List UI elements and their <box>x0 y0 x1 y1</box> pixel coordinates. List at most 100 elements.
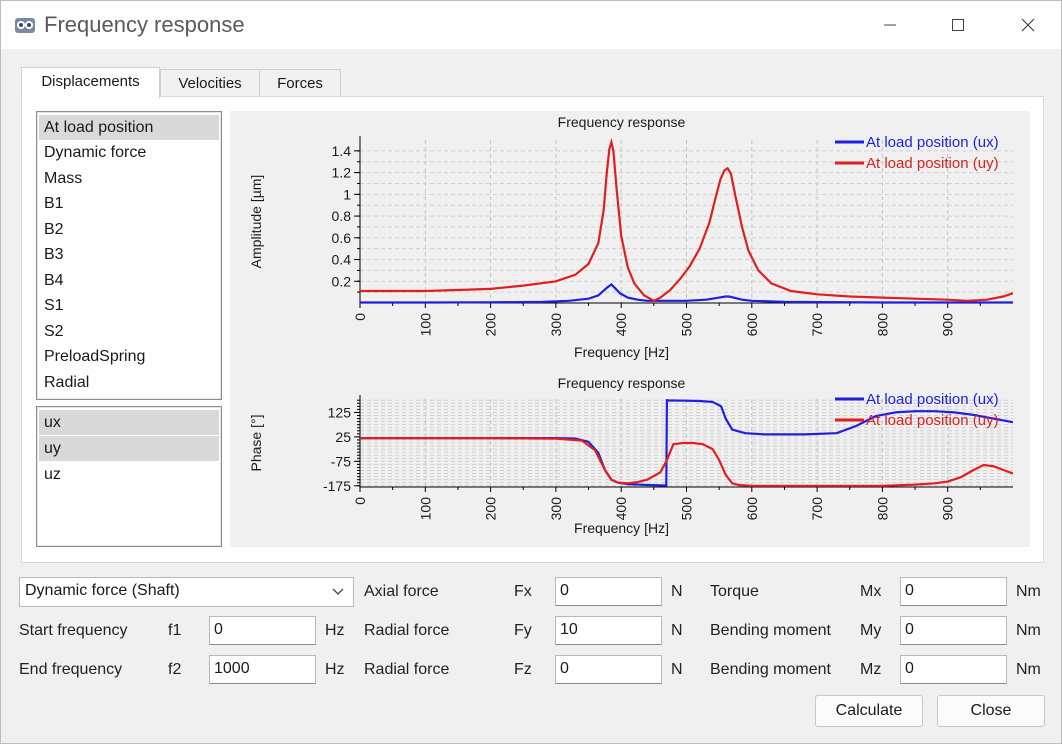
fz-unit: N <box>671 661 683 678</box>
y-tick-label: 0.2 <box>332 273 352 289</box>
x-tick-label: 400 <box>613 313 629 337</box>
fz-input[interactable]: 0 <box>555 655 662 684</box>
fx-input[interactable]: 0 <box>555 577 662 606</box>
minimize-button[interactable] <box>855 1 925 49</box>
fz-symbol: Fz <box>514 661 532 678</box>
x-tick-label: 700 <box>809 313 825 337</box>
tab-velocities[interactable]: Velocities <box>160 69 260 97</box>
tab-displacements[interactable]: Displacements <box>21 67 160 98</box>
mx-unit: Nm <box>1016 583 1041 600</box>
x-tick-label: 600 <box>744 497 760 521</box>
start-frequency-label: Start frequency <box>19 622 128 639</box>
y-tick-label: 125 <box>328 404 352 420</box>
x-tick-label: 900 <box>940 497 956 521</box>
x-tick-label: 200 <box>483 497 499 521</box>
x-tick-label: 300 <box>548 313 564 337</box>
list-item[interactable]: S1 <box>39 293 219 318</box>
list-item[interactable]: ux <box>39 410 219 435</box>
fy-input[interactable]: 10 <box>555 616 662 645</box>
my-unit: Nm <box>1016 622 1041 639</box>
end-frequency-unit: Hz <box>325 661 345 678</box>
maximize-icon <box>952 19 964 31</box>
list-item[interactable]: Mass <box>39 166 219 191</box>
x-tick-label: 200 <box>483 313 499 337</box>
list-item[interactable]: uz <box>39 462 219 487</box>
close-icon <box>1021 18 1035 32</box>
list-item[interactable]: B2 <box>39 217 219 242</box>
x-tick-label: 700 <box>809 497 825 521</box>
close-button[interactable]: Close <box>937 695 1045 727</box>
list-item[interactable]: Dynamic force <box>39 140 219 165</box>
list-item[interactable]: Radial <box>39 370 219 395</box>
mx-symbol: Mx <box>860 583 882 600</box>
list-item[interactable]: B1 <box>39 191 219 216</box>
list-item[interactable]: B4 <box>39 268 219 293</box>
mz-symbol: Mz <box>860 661 882 678</box>
bending-moment-z-label: Bending moment <box>710 661 831 678</box>
legend-label: At load position (uy) <box>866 412 999 429</box>
title-bar: Frequency response <box>1 1 1061 49</box>
fx-unit: N <box>671 583 683 600</box>
frequency-response-window: Frequency response Displacements Velocit… <box>0 0 1062 744</box>
x-tick-label: 300 <box>548 497 564 521</box>
list-item[interactable]: B3 <box>39 242 219 267</box>
x-tick-label: 600 <box>744 313 760 337</box>
maximize-button[interactable] <box>923 1 993 49</box>
start-frequency-input[interactable]: 0 <box>209 616 316 645</box>
x-tick-label: 100 <box>417 497 433 521</box>
x-tick-label: 800 <box>874 497 890 521</box>
x-tick-label: 500 <box>679 313 695 337</box>
my-input[interactable]: 0 <box>900 616 1007 645</box>
y-tick-label: 0.8 <box>332 208 352 224</box>
y-tick-label: -175 <box>323 478 351 494</box>
frequency-response-charts: 0 100 200 300 400 500 600 700 800 900 0.2 0.4 0.6 0.8… <box>248 114 1013 536</box>
direction-list[interactable]: ux uy uz <box>36 406 222 547</box>
x-tick-label: 0 <box>352 313 368 321</box>
mz-input[interactable]: 0 <box>900 655 1007 684</box>
minimize-icon <box>884 24 896 26</box>
start-frequency-symbol: f1 <box>168 622 182 639</box>
load-type-dropdown[interactable]: Dynamic force (Shaft) <box>19 577 354 607</box>
torque-label: Torque <box>710 583 759 600</box>
fx-symbol: Fx <box>514 583 532 600</box>
y-tick-label: 0.6 <box>332 230 352 246</box>
plot-area: 0 100 200 300 400 500 600 700 800 900 0.2 0.4 0.6 0.8… <box>230 111 1030 547</box>
y-tick-label: 1.4 <box>332 143 352 159</box>
y-tick-label: 1 <box>343 186 351 202</box>
y-axis-label: Amplitude [µm] <box>248 175 264 269</box>
position-list[interactable]: At load position Dynamic force Mass B1 B… <box>36 111 222 400</box>
x-tick-label: 500 <box>679 497 695 521</box>
end-frequency-input[interactable]: 1000 <box>209 655 316 684</box>
axial-force-label: Axial force <box>364 583 439 600</box>
x-tick-label: 100 <box>417 313 433 337</box>
x-tick-label: 0 <box>352 497 368 505</box>
list-item[interactable]: PreloadSpring <box>39 344 219 369</box>
chevron-down-icon <box>332 588 344 595</box>
chart-title: Frequency response <box>558 114 686 130</box>
list-item[interactable]: At load position <box>39 115 219 140</box>
x-tick-label: 900 <box>940 313 956 337</box>
y-tick-label: 25 <box>335 429 351 445</box>
legend-label: At load position (ux) <box>866 134 999 151</box>
y-tick-label: 1.2 <box>332 165 352 181</box>
legend-label: At load position (uy) <box>866 155 999 172</box>
bending-moment-y-label: Bending moment <box>710 622 831 639</box>
close-window-button[interactable] <box>993 1 1062 49</box>
tab-forces[interactable]: Forces <box>259 69 341 97</box>
radial-force-z-label: Radial force <box>364 661 450 678</box>
my-symbol: My <box>860 622 882 639</box>
list-item[interactable]: uy <box>39 436 219 461</box>
x-tick-label: 800 <box>874 313 890 337</box>
y-tick-label: -75 <box>331 453 351 469</box>
x-axis-label: Frequency [Hz] <box>574 520 669 536</box>
x-tick-label: 400 <box>613 497 629 521</box>
mx-input[interactable]: 0 <box>900 577 1007 606</box>
y-axis-label: Phase [°] <box>248 415 264 472</box>
app-icon <box>15 18 35 33</box>
mz-unit: Nm <box>1016 661 1041 678</box>
calculate-button[interactable]: Calculate <box>815 695 923 727</box>
radial-force-y-label: Radial force <box>364 622 450 639</box>
end-frequency-symbol: f2 <box>168 661 182 678</box>
fy-symbol: Fy <box>514 622 532 639</box>
list-item[interactable]: S2 <box>39 319 219 344</box>
